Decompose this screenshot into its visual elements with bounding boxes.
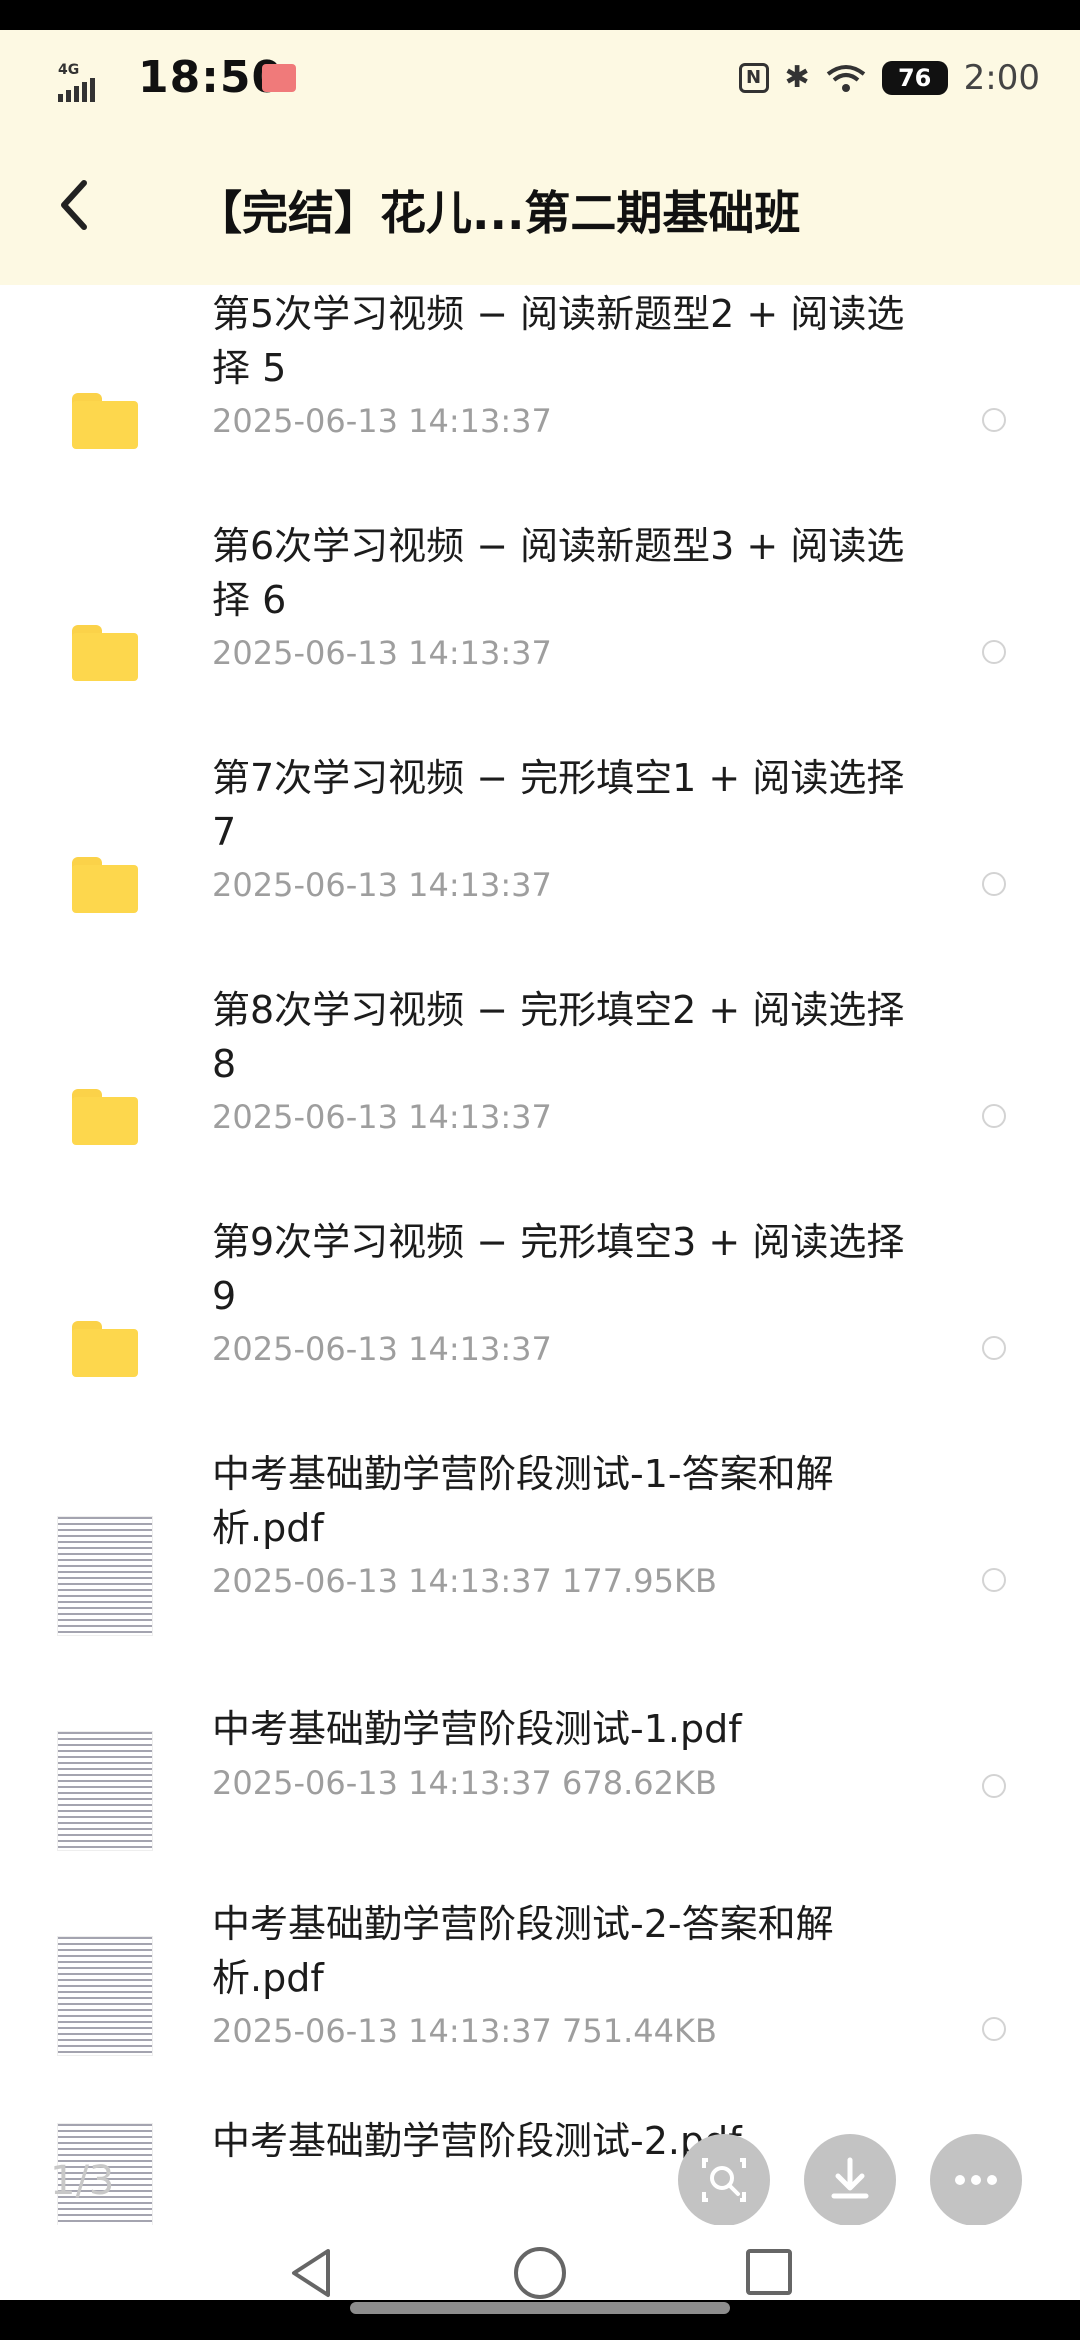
folder-icon bbox=[72, 625, 138, 681]
page-indicator: 1/3 bbox=[50, 2158, 115, 2204]
nav-home-icon[interactable] bbox=[514, 2247, 566, 2299]
back-button[interactable] bbox=[44, 165, 104, 245]
pdf-thumbnail bbox=[58, 1937, 152, 2055]
folder-icon bbox=[72, 393, 138, 449]
status-icons: N ✱ 76 2:00 bbox=[738, 58, 1040, 98]
item-name: 第6次学习视频 − 阅读新题型3 + 阅读选择 6 bbox=[212, 524, 905, 622]
chevron-left-icon bbox=[61, 180, 87, 230]
pdf-thumbnail bbox=[58, 1517, 152, 1635]
more-icon bbox=[955, 2175, 997, 2185]
search-document-icon bbox=[702, 2158, 746, 2202]
bluetooth-icon: ✱ bbox=[784, 60, 810, 95]
nfc-icon: N bbox=[738, 63, 769, 93]
list-item-pdf[interactable]: 中考基础勤学营阶段测试-2-答案和解析.pdf 2025-06-13 14:13… bbox=[0, 1882, 1080, 2114]
item-meta: 2025-06-13 14:13:37 bbox=[212, 634, 552, 672]
file-list: 第5次学习视频 − 阅读新题型2 + 阅读选择 5 2025-06-13 14:… bbox=[0, 285, 1080, 2300]
more-button[interactable] bbox=[930, 2134, 1022, 2226]
network-type: 4G bbox=[58, 62, 80, 78]
select-radio[interactable] bbox=[982, 1336, 1006, 1360]
item-meta: 2025-06-13 14:13:37 751.44KB bbox=[212, 2012, 717, 2050]
download-icon bbox=[831, 2157, 869, 2199]
search-document-button[interactable] bbox=[678, 2134, 770, 2226]
wifi-icon bbox=[826, 65, 865, 92]
nav-back-icon[interactable] bbox=[282, 2243, 342, 2300]
download-button[interactable] bbox=[804, 2134, 896, 2226]
status-bar: 4G 18:50 N ✱ 76 2:00 bbox=[0, 30, 1080, 125]
battery-level: 76 bbox=[881, 61, 948, 95]
list-item-folder[interactable]: 第6次学习视频 − 阅读新题型3 + 阅读选择 6 2025-06-13 14:… bbox=[0, 517, 1080, 749]
home-indicator[interactable] bbox=[350, 2302, 730, 2314]
select-radio[interactable] bbox=[982, 2017, 1006, 2041]
item-meta: 2025-06-13 14:13:37 bbox=[212, 866, 552, 904]
list-item-folder[interactable]: 第7次学习视频 − 完形填空1 + 阅读选择 7 2025-06-13 14:1… bbox=[0, 749, 1080, 981]
folder-icon bbox=[72, 1321, 138, 1377]
item-name: 第9次学习视频 − 完形填空3 + 阅读选择 9 bbox=[212, 1220, 905, 1318]
item-name: 第5次学习视频 − 阅读新题型2 + 阅读选择 5 bbox=[212, 292, 905, 390]
item-meta: 2025-06-13 14:13:37 bbox=[212, 1098, 552, 1136]
status-clock-right: 2:00 bbox=[963, 58, 1040, 98]
system-navbar bbox=[0, 2225, 1080, 2300]
item-name: 中考基础勤学营阶段测试-1-答案和解析.pdf bbox=[212, 1452, 834, 1550]
select-radio[interactable] bbox=[982, 1568, 1006, 1592]
list-item-folder[interactable]: 第9次学习视频 − 完形填空3 + 阅读选择 9 2025-06-13 14:1… bbox=[0, 1213, 1080, 1445]
select-radio[interactable] bbox=[982, 640, 1006, 664]
item-name: 第7次学习视频 − 完形填空1 + 阅读选择 7 bbox=[212, 756, 905, 854]
item-name: 中考基础勤学营阶段测试-1.pdf bbox=[212, 1707, 742, 1751]
nav-recent-icon[interactable] bbox=[746, 2249, 792, 2295]
item-meta: 2025-06-13 14:13:37 177.95KB bbox=[212, 1562, 717, 1600]
item-name: 第8次学习视频 − 完形填空2 + 阅读选择 8 bbox=[212, 988, 905, 1086]
app-header: 【完结】花儿...第二期基础班 bbox=[0, 125, 1080, 285]
list-item-pdf[interactable]: 中考基础勤学营阶段测试-1-答案和解析.pdf 2025-06-13 14:13… bbox=[0, 1445, 1080, 1677]
item-meta: 2025-06-13 14:13:37 bbox=[212, 402, 552, 440]
folder-icon bbox=[72, 1089, 138, 1145]
item-name: 中考基础勤学营阶段测试-2-答案和解析.pdf bbox=[212, 1902, 834, 2000]
folder-icon bbox=[72, 857, 138, 913]
list-item-folder[interactable]: 第5次学习视频 − 阅读新题型2 + 阅读选择 5 2025-06-13 14:… bbox=[0, 285, 1080, 517]
pdf-thumbnail bbox=[58, 1732, 152, 1850]
list-item-folder[interactable]: 第8次学习视频 − 完形填空2 + 阅读选择 8 2025-06-13 14:1… bbox=[0, 981, 1080, 1213]
item-name: 中考基础勤学营阶段测试-2.pdf bbox=[212, 2119, 742, 2163]
item-meta: 2025-06-13 14:13:37 678.62KB bbox=[212, 1764, 717, 1802]
item-meta: 2025-06-13 14:13:37 bbox=[212, 1330, 552, 1368]
select-radio[interactable] bbox=[982, 408, 1006, 432]
notification-icon bbox=[262, 64, 296, 92]
select-radio[interactable] bbox=[982, 1774, 1006, 1798]
select-radio[interactable] bbox=[982, 1104, 1006, 1128]
select-radio[interactable] bbox=[982, 872, 1006, 896]
page-title: 【完结】花儿...第二期基础班 bbox=[196, 186, 801, 240]
screen: 4G 18:50 N ✱ 76 2:00 【完结】花儿...第二期基础班 第5次… bbox=[0, 30, 1080, 2300]
list-item-pdf[interactable]: 中考基础勤学营阶段测试-1.pdf 2025-06-13 14:13:37 67… bbox=[0, 1677, 1080, 1882]
